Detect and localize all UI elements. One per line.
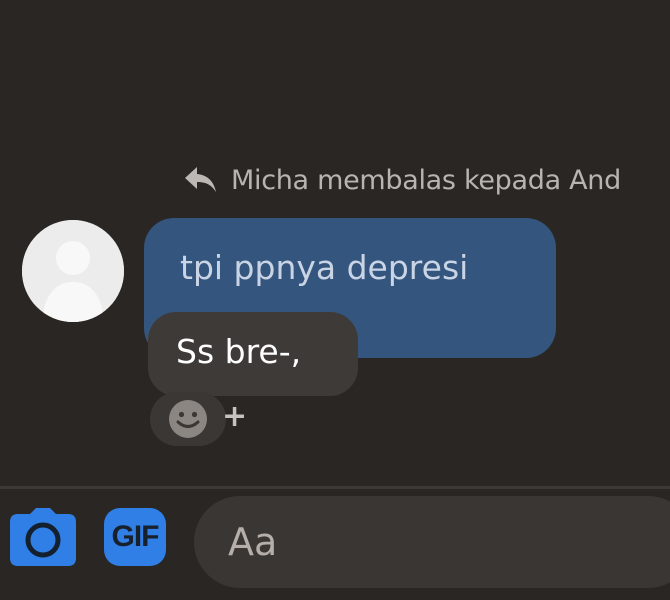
avatar[interactable] xyxy=(22,220,124,322)
reply-message-text: Ss bre-, xyxy=(176,332,302,371)
gif-button[interactable]: GIF xyxy=(104,508,166,566)
reply-context-header: Micha membalas kepada And xyxy=(183,160,621,200)
quoted-message-text: tpi ppnya depresi xyxy=(180,248,469,287)
gif-label: GIF xyxy=(111,520,160,553)
message-input[interactable]: Aa xyxy=(194,496,670,588)
default-avatar-icon xyxy=(22,220,124,322)
reply-message-bubble[interactable]: Ss bre-, xyxy=(148,312,358,396)
add-reaction-button[interactable] xyxy=(150,392,226,446)
plus-icon[interactable]: + xyxy=(222,402,247,432)
smiley-icon xyxy=(169,400,207,438)
reply-arrow-icon xyxy=(185,167,216,192)
chat-screen: Micha membalas kepada And tpi ppnya depr… xyxy=(0,0,670,600)
camera-icon[interactable] xyxy=(10,508,76,566)
reply-context-text: Micha membalas kepada And xyxy=(231,164,621,196)
